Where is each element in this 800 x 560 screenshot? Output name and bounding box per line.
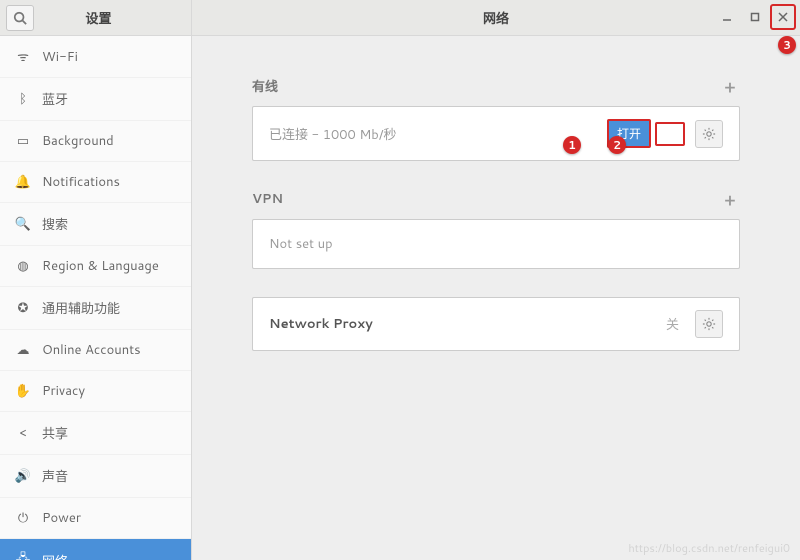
sidebar-item-label: 网络	[42, 551, 68, 560]
search-icon: 🔍	[14, 215, 32, 233]
minimize-button[interactable]	[714, 4, 740, 30]
sidebar-item-label: Online Accounts	[42, 341, 141, 359]
page-title: 网络	[192, 8, 800, 28]
sidebar-item-notifications[interactable]: 🔔 Notifications	[0, 162, 191, 203]
sidebar-item-label: Wi-Fi	[42, 48, 78, 66]
vpn-status: Not set up	[269, 235, 723, 253]
background-icon: ▭	[14, 132, 32, 150]
close-button[interactable]	[770, 4, 796, 30]
accessibility-icon: ✪	[14, 299, 32, 317]
search-button[interactable]	[6, 5, 34, 31]
proxy-panel: Network Proxy 关	[252, 297, 740, 351]
sidebar-item-label: Background	[42, 132, 114, 150]
sidebar-item-label: Privacy	[42, 382, 85, 400]
maximize-button[interactable]	[742, 4, 768, 30]
gear-icon	[702, 317, 716, 331]
sidebar-item-region-language[interactable]: ◍ Region & Language	[0, 246, 191, 287]
wired-heading: 有线	[252, 76, 278, 96]
main-panel: 网络 有线 + 已连接 - 1000 Mb/秒 打开	[192, 0, 800, 560]
sidebar-header: 设置	[0, 0, 191, 36]
sidebar-item-accessibility[interactable]: ✪ 通用辅助功能	[0, 287, 191, 330]
bluetooth-icon: ᛒ	[14, 90, 32, 108]
sidebar-item-label: 共享	[42, 423, 68, 443]
hand-icon: ✋	[14, 382, 32, 400]
search-icon	[13, 11, 27, 25]
sidebar-item-label: 通用辅助功能	[42, 298, 120, 318]
vpn-section-header: VPN +	[252, 189, 740, 209]
vpn-panel: Not set up	[252, 219, 740, 269]
sidebar-item-label: Region & Language	[42, 257, 159, 275]
sidebar-item-label: Notifications	[42, 173, 120, 191]
sidebar-item-search[interactable]: 🔍 搜索	[0, 203, 191, 246]
wired-panel: 已连接 - 1000 Mb/秒 打开	[252, 106, 740, 161]
sidebar-title: 设置	[40, 8, 191, 28]
vpn-row: Not set up	[253, 220, 739, 268]
minimize-icon	[722, 12, 732, 22]
wired-row: 已连接 - 1000 Mb/秒 打开	[253, 107, 739, 160]
window-controls	[714, 4, 796, 30]
callout-3: 3	[778, 36, 796, 54]
sidebar-item-background[interactable]: ▭ Background	[0, 121, 191, 162]
wired-settings-button[interactable]	[695, 120, 723, 148]
proxy-settings-button[interactable]	[695, 310, 723, 338]
network-icon: 🖧	[14, 550, 32, 560]
wired-status: 已连接 - 1000 Mb/秒	[269, 124, 607, 144]
sidebar-item-power[interactable]: ⏻ Power	[0, 498, 191, 539]
bell-icon: 🔔	[14, 173, 32, 191]
sidebar-item-label: 声音	[42, 466, 68, 486]
sidebar-item-sound[interactable]: 🔊 声音	[0, 455, 191, 498]
sidebar-item-sharing[interactable]: < 共享	[0, 412, 191, 455]
wired-section-header: 有线 +	[252, 76, 740, 96]
sidebar-item-wifi[interactable]: ᯤ Wi-Fi	[0, 36, 191, 78]
proxy-state: 关	[666, 314, 679, 334]
titlebar: 网络	[192, 0, 800, 36]
sidebar-list: ᯤ Wi-Fi ᛒ 蓝牙 ▭ Background 🔔 Notifications 🔍 搜…	[0, 36, 191, 560]
content: 有线 + 已连接 - 1000 Mb/秒 打开 VPN +	[192, 36, 800, 379]
add-vpn-button[interactable]: +	[720, 189, 740, 209]
cloud-icon: ☁	[14, 341, 32, 359]
power-icon: ⏻	[14, 509, 32, 527]
proxy-label: Network Proxy	[269, 315, 666, 333]
sidebar-item-label: 搜索	[42, 214, 68, 234]
maximize-icon	[750, 12, 760, 22]
sidebar-item-label: Power	[42, 509, 81, 527]
sidebar-item-label: 蓝牙	[42, 89, 68, 109]
globe-icon: ◍	[14, 257, 32, 275]
callout-2: 2	[608, 136, 626, 154]
vpn-heading: VPN	[252, 190, 283, 208]
proxy-row: Network Proxy 关	[253, 298, 739, 350]
close-icon	[778, 12, 788, 22]
gear-icon	[702, 127, 716, 141]
sidebar-item-online-accounts[interactable]: ☁ Online Accounts	[0, 330, 191, 371]
callout-1: 1	[563, 136, 581, 154]
sidebar-item-privacy[interactable]: ✋ Privacy	[0, 371, 191, 412]
add-wired-button[interactable]: +	[720, 76, 740, 96]
sidebar: 设置 ᯤ Wi-Fi ᛒ 蓝牙 ▭ Background 🔔 Notifications…	[0, 0, 192, 560]
share-icon: <	[14, 424, 32, 442]
sound-icon: 🔊	[14, 467, 32, 485]
watermark: https://blog.csdn.net/renfeigui0	[628, 540, 790, 556]
sidebar-item-network[interactable]: 🖧 网络	[0, 539, 191, 560]
sidebar-item-bluetooth[interactable]: ᛒ 蓝牙	[0, 78, 191, 121]
wifi-icon: ᯤ	[14, 47, 32, 66]
wired-toggle-off[interactable]	[655, 122, 685, 146]
